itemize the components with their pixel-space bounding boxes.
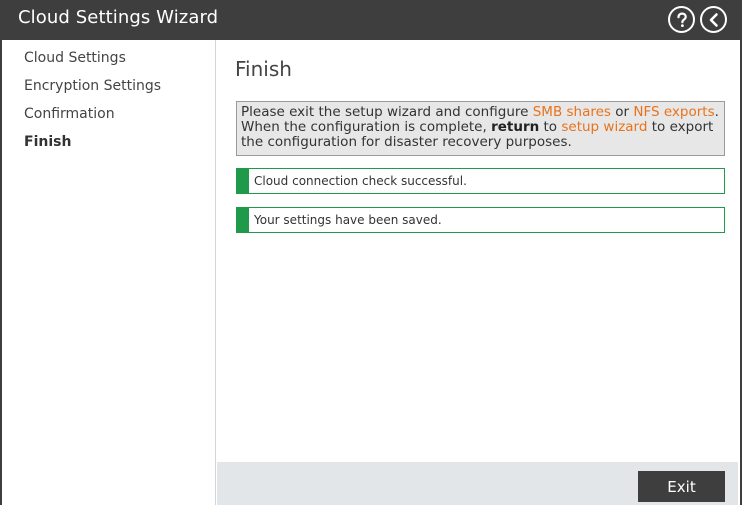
sidebar-item-encryption-settings[interactable]: Encryption Settings [24,78,161,94]
info-message: Please exit the setup wizard and configu… [236,101,725,156]
help-button[interactable] [668,6,695,33]
status-cloud-connection: Cloud connection check successful. [236,168,725,194]
footer-bar: Exit [217,462,738,505]
status-text: Your settings have been saved. [254,213,442,227]
help-circle-icon [676,11,687,27]
setup-wizard-link[interactable]: setup wizard [561,119,647,135]
info-text-2: or [610,104,634,120]
nfs-exports-link[interactable]: NFS exports [633,104,714,120]
wizard-window: Cloud Settings Wizard Cloud Settings Enc… [0,0,742,505]
success-indicator [237,208,249,232]
page-title: Finish [235,57,292,81]
sidebar-item-cloud-settings[interactable]: Cloud Settings [24,50,126,66]
status-settings-saved: Your settings have been saved. [236,207,725,233]
status-text: Cloud connection check successful. [254,174,467,188]
sidebar-item-finish[interactable]: Finish [24,134,71,150]
back-button[interactable] [700,6,727,33]
exit-button[interactable]: Exit [638,471,725,502]
sidebar-item-confirmation[interactable]: Confirmation [24,106,115,122]
info-text-1: Please exit the setup wizard and configu… [241,104,533,120]
info-text-4: to [539,119,562,135]
success-indicator [237,169,249,193]
main-panel: Finish Please exit the setup wizard and … [217,40,738,462]
title-bar: Cloud Settings Wizard [0,0,742,40]
chevron-left-circle-icon [709,12,718,27]
wizard-steps-sidebar: Cloud Settings Encryption Settings Confi… [4,40,216,505]
smb-shares-link[interactable]: SMB shares [533,104,611,120]
window-title: Cloud Settings Wizard [18,7,219,28]
info-bold-return: return [491,119,540,135]
